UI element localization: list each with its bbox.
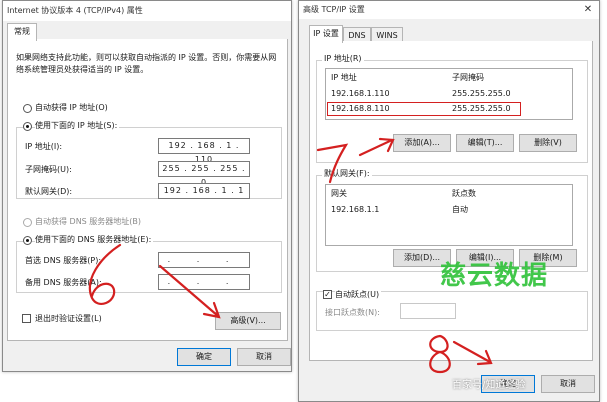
subnet-mask-field[interactable]: 255 . 255 . 255 . 0 bbox=[158, 161, 250, 187]
metric-cell: 自动 bbox=[452, 205, 468, 214]
advanced-tcpip-dialog: 高级 TCP/IP 设置 ✕ IP 设置 DNS WINS IP 地址(R) I… bbox=[298, 0, 600, 402]
ip-settings-panel: IP 地址(R) IP 地址 子网掩码 192.168.1.110 255.25… bbox=[309, 41, 593, 361]
gateway-group-title: 默认网关(F): bbox=[322, 169, 372, 179]
ip-cell: 192.168.1.110 bbox=[331, 89, 390, 98]
auto-dns-radio[interactable] bbox=[23, 218, 32, 227]
tab-ip-settings[interactable]: IP 设置 bbox=[309, 25, 343, 43]
manual-ip-radio[interactable] bbox=[23, 122, 32, 131]
validate-on-exit-checkbox[interactable] bbox=[22, 314, 31, 323]
ipv4-dialog-title: Internet 协议版本 4 (TCP/IPv4) 属性 bbox=[7, 6, 143, 15]
interface-metric-field[interactable] bbox=[400, 303, 456, 319]
description-line-1: 如果网络支持此功能，则可以获取自动指派的 IP 设置。否则，你需要从网 bbox=[16, 53, 277, 62]
ipv4-cancel-button[interactable]: 取消 bbox=[237, 348, 291, 366]
subnet-mask-label: 子网掩码(U): bbox=[25, 165, 72, 174]
advanced-dialog-titlebar: 高级 TCP/IP 设置 bbox=[299, 1, 599, 19]
table-row[interactable]: 192.168.1.110 255.255.255.0 bbox=[326, 88, 572, 100]
alternate-dns-label: 备用 DNS 服务器(A): bbox=[25, 278, 102, 287]
edit-ip-button[interactable]: 编辑(T)... bbox=[456, 134, 514, 152]
manual-dns-radio[interactable] bbox=[23, 236, 32, 245]
auto-ip-radio[interactable] bbox=[23, 104, 32, 113]
default-gateway-field[interactable]: 192 . 168 . 1 . 1 bbox=[158, 183, 250, 199]
tab-dns-label: DNS bbox=[348, 31, 366, 40]
alternate-dns-field[interactable]: . . . bbox=[158, 274, 250, 290]
auto-dns-label: 自动获得 DNS 服务器地址(B) bbox=[35, 217, 142, 226]
ipv4-ok-button[interactable]: 确定 bbox=[177, 348, 231, 366]
ip-address-field[interactable]: 192 . 168 . 1 . 110 bbox=[158, 138, 250, 164]
ipv4-properties-dialog: Internet 协议版本 4 (TCP/IPv4) 属性 常规 如果网络支持此… bbox=[2, 0, 292, 372]
gateway-list[interactable]: 网关 跃点数 192.168.1.1 自动 bbox=[325, 184, 573, 246]
advanced-cancel-button[interactable]: 取消 bbox=[541, 375, 595, 393]
advanced-button[interactable]: 高级(V)... bbox=[215, 312, 281, 330]
tab-wins-label: WINS bbox=[376, 31, 398, 40]
ipv4-dialog-titlebar: Internet 协议版本 4 (TCP/IPv4) 属性 bbox=[3, 1, 291, 21]
tab-general[interactable]: 常规 bbox=[7, 23, 37, 41]
ip-address-label: IP 地址(I): bbox=[25, 142, 63, 151]
preferred-dns-field[interactable]: . . . bbox=[158, 252, 250, 268]
watermark-logo: 慈云数据 bbox=[440, 261, 549, 291]
validate-on-exit-label: 退出时验证设置(L) bbox=[35, 314, 102, 323]
ip-address-group-title: IP 地址(R) bbox=[322, 54, 364, 64]
mask-col-header[interactable]: 子网掩码 bbox=[452, 73, 484, 83]
default-gateway-label: 默认网关(D): bbox=[25, 187, 73, 196]
auto-metric-label: 自动跃点(U) bbox=[335, 290, 382, 300]
ip-col-header[interactable]: IP 地址 bbox=[331, 73, 357, 83]
gateway-col-header[interactable]: 网关 bbox=[331, 189, 347, 199]
metric-col-header[interactable]: 跃点数 bbox=[452, 189, 476, 199]
advanced-dialog-title: 高级 TCP/IP 设置 bbox=[303, 5, 365, 14]
delete-ip-button[interactable]: 删除(V) bbox=[519, 134, 577, 152]
watermark-footer: 百家号/知道经验 bbox=[452, 380, 526, 391]
add-ip-button[interactable]: 添加(A)... bbox=[393, 134, 451, 152]
preferred-dns-label: 首选 DNS 服务器(P): bbox=[25, 256, 102, 265]
tab-general-label: 常规 bbox=[14, 27, 30, 36]
highlight-new-ip-row bbox=[327, 102, 521, 116]
description-line-2: 络系统管理员处获得适当的 IP 设置。 bbox=[16, 65, 149, 74]
manual-dns-label: 使用下面的 DNS 服务器地址(E): bbox=[35, 235, 154, 245]
general-panel: 如果网络支持此功能，则可以获取自动指派的 IP 设置。否则，你需要从网 络系统管… bbox=[7, 39, 288, 341]
close-icon[interactable]: ✕ bbox=[581, 3, 595, 17]
mask-cell: 255.255.255.0 bbox=[452, 89, 511, 98]
interface-metric-label: 接口跃点数(N): bbox=[325, 308, 380, 317]
gateway-cell: 192.168.1.1 bbox=[331, 205, 380, 214]
manual-ip-label: 使用下面的 IP 地址(S): bbox=[35, 121, 120, 131]
auto-ip-label: 自动获得 IP 地址(O) bbox=[35, 103, 108, 112]
tab-ip-settings-label: IP 设置 bbox=[313, 29, 339, 38]
auto-metric-checkbox[interactable]: ✓ bbox=[323, 290, 332, 299]
table-row[interactable]: 192.168.1.1 自动 bbox=[326, 204, 572, 216]
